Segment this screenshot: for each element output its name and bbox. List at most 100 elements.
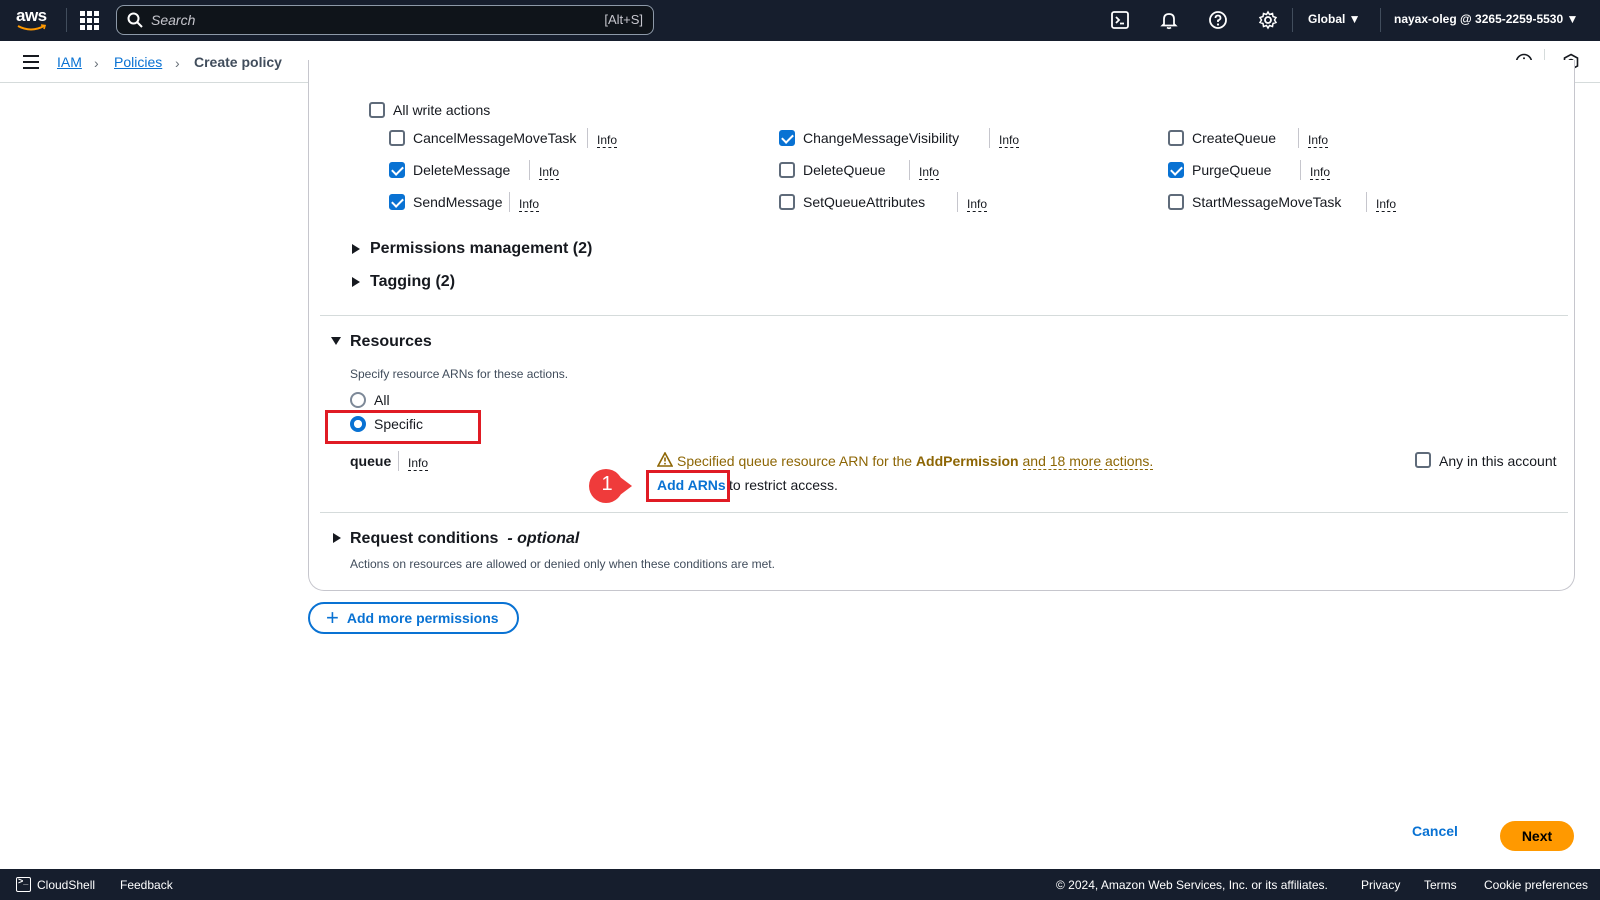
section-divider	[320, 315, 1568, 316]
action-checkbox[interactable]	[389, 194, 405, 210]
action-label: PurgeQueue	[1192, 162, 1272, 178]
action-info-link[interactable]: Info	[999, 133, 1020, 148]
action-info-link[interactable]: Info	[919, 165, 940, 180]
plus-icon: +	[326, 605, 339, 630]
action-checkbox[interactable]	[389, 162, 405, 178]
action-checkbox[interactable]	[1168, 194, 1184, 210]
info-divider	[989, 128, 990, 148]
search-input[interactable]	[151, 10, 551, 30]
chevron-right-icon: ›	[175, 55, 180, 71]
action-checkbox[interactable]	[1168, 162, 1184, 178]
account-menu[interactable]: nayax-oleg @ 3265-2259-5530 ▼	[1394, 12, 1578, 26]
action-label: StartMessageMoveTask	[1192, 194, 1342, 210]
breadcrumb-create-policy: Create policy	[194, 54, 282, 70]
arn-warning-prefix: Specified queue resource ARN for the	[677, 453, 916, 469]
arn-warning-more-link[interactable]: and 18 more actions.	[1022, 453, 1154, 470]
footer-cookie-preferences[interactable]: Cookie preferences	[1484, 878, 1588, 892]
resources-description: Specify resource ARNs for these actions.	[350, 367, 569, 381]
caret-right-icon[interactable]	[352, 277, 360, 287]
cloudshell-icon[interactable]	[1110, 10, 1130, 30]
notifications-bell-icon[interactable]	[1159, 10, 1179, 30]
chevron-right-icon: ›	[94, 55, 99, 71]
action-label: ChangeMessageVisibility	[803, 130, 960, 146]
info-divider	[398, 451, 399, 471]
nav-divider	[1292, 8, 1293, 32]
action-label: SetQueueAttributes	[803, 194, 926, 210]
info-divider	[1300, 160, 1301, 180]
request-conditions-title[interactable]: Request conditions - optional	[350, 530, 579, 548]
next-button[interactable]: Next	[1500, 821, 1574, 851]
resources-all-label: All	[374, 392, 390, 408]
cancel-button[interactable]: Cancel	[1412, 823, 1458, 839]
footer-terms[interactable]: Terms	[1424, 878, 1457, 892]
footer-feedback[interactable]: Feedback	[120, 878, 173, 892]
action-info-link[interactable]: Info	[539, 165, 560, 180]
nav-divider	[1380, 8, 1381, 32]
action-checkbox[interactable]	[1168, 130, 1184, 146]
action-info-link[interactable]: Info	[519, 197, 540, 212]
info-divider	[957, 192, 958, 212]
all-write-actions-checkbox[interactable]	[369, 102, 385, 118]
top-navigation: aws [Alt+S] Global ▼ nayax-oleg @ 3	[0, 0, 1600, 41]
action-label: DeleteQueue	[803, 162, 886, 178]
info-divider	[1298, 128, 1299, 148]
action-info-link[interactable]: Info	[1308, 133, 1329, 148]
tagging-group[interactable]: Tagging (2)	[370, 273, 455, 291]
settings-gear-icon[interactable]	[1258, 10, 1278, 30]
action-info-link[interactable]: Info	[967, 197, 988, 212]
action-info-link[interactable]: Info	[597, 133, 618, 148]
cloudshell-footer-icon	[16, 876, 31, 892]
resources-all-radio[interactable]	[350, 392, 366, 408]
footer-cloudshell[interactable]: CloudShell	[37, 878, 95, 892]
info-divider	[529, 160, 530, 180]
breadcrumb-policies[interactable]: Policies	[114, 54, 162, 70]
any-in-account-checkbox[interactable]	[1415, 452, 1431, 468]
menu-hamburger-icon[interactable]	[23, 55, 39, 69]
info-divider	[509, 192, 510, 212]
console-footer: CloudShell Feedback © 2024, Amazon Web S…	[0, 869, 1600, 900]
action-info-link[interactable]: Info	[1376, 197, 1397, 212]
warning-icon	[657, 452, 673, 467]
caret-right-icon[interactable]	[352, 244, 360, 254]
aws-logo[interactable]: aws	[16, 7, 50, 34]
permissions-management-group[interactable]: Permissions management (2)	[370, 240, 592, 258]
caret-right-icon[interactable]	[333, 533, 341, 543]
search-icon	[127, 12, 143, 28]
help-icon[interactable]	[1208, 10, 1228, 30]
add-arns-suffix: to restrict access.	[729, 477, 838, 493]
queue-resource-label: queue	[350, 453, 392, 469]
arn-warning-text: Specified queue resource ARN for the Add…	[677, 453, 1154, 470]
specific-highlight-box	[325, 410, 481, 444]
caret-down-icon[interactable]	[331, 337, 341, 345]
info-divider	[587, 128, 588, 148]
footer-privacy[interactable]: Privacy	[1361, 878, 1400, 892]
action-label: DeleteMessage	[413, 162, 511, 178]
action-label: CancelMessageMoveTask	[413, 130, 577, 146]
request-conditions-label: Request conditions	[350, 530, 499, 547]
section-divider	[320, 512, 1568, 513]
step-callout-number: 1	[601, 473, 613, 495]
action-checkbox[interactable]	[779, 162, 795, 178]
action-info-link[interactable]: Info	[1310, 165, 1331, 180]
resources-title[interactable]: Resources	[350, 333, 432, 351]
add-arns-highlight-box	[646, 470, 730, 502]
action-checkbox[interactable]	[779, 194, 795, 210]
arn-warning-action: AddPermission	[915, 453, 1019, 469]
add-more-permissions-button[interactable]: + Add more permissions	[308, 602, 519, 634]
services-grid-icon[interactable]	[80, 11, 99, 30]
search-box[interactable]: [Alt+S]	[116, 5, 654, 35]
info-divider	[1366, 192, 1367, 212]
all-write-actions-label: All write actions	[393, 102, 491, 118]
nav-divider	[66, 8, 67, 32]
footer-copyright: © 2024, Amazon Web Services, Inc. or its…	[1056, 878, 1328, 892]
action-label: SendMessage	[413, 194, 503, 210]
request-conditions-optional: - optional	[507, 530, 580, 547]
search-shortcut: [Alt+S]	[604, 12, 643, 27]
queue-info-link[interactable]: Info	[408, 456, 429, 471]
request-conditions-description: Actions on resources are allowed or deni…	[350, 557, 775, 571]
region-selector[interactable]: Global ▼	[1308, 12, 1361, 26]
action-checkbox[interactable]	[389, 130, 405, 146]
breadcrumb-iam[interactable]: IAM	[57, 54, 82, 70]
info-divider	[909, 160, 910, 180]
action-checkbox[interactable]	[779, 130, 795, 146]
